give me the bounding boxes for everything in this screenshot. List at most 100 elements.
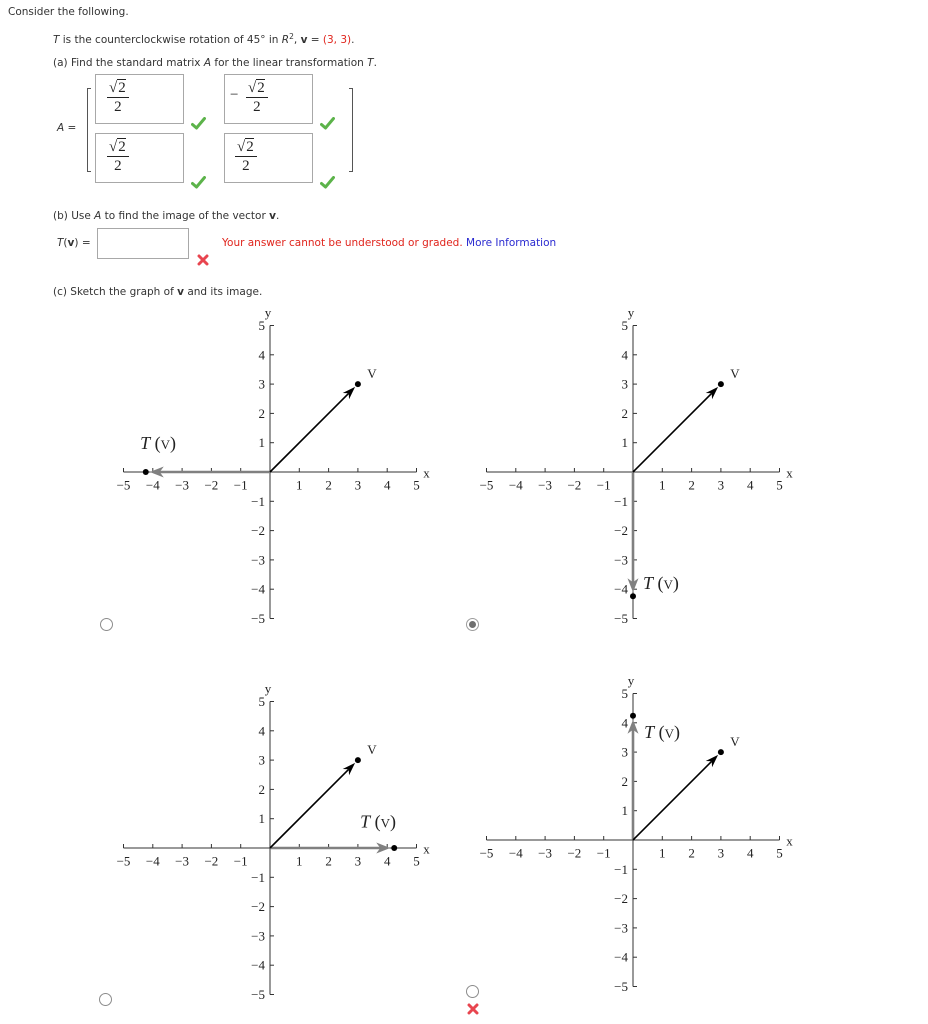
- y-tick-label: 1: [259, 435, 266, 450]
- x-tick-label: 2: [688, 846, 695, 861]
- numerator: √2: [246, 79, 268, 98]
- part-a-label-end: .: [373, 57, 377, 69]
- vector-t-v-endpoint: [142, 469, 149, 475]
- numerator: √2: [235, 138, 257, 157]
- check-icon: [320, 117, 335, 130]
- fraction: √2 2: [246, 79, 268, 115]
- vector-v-endpoint: [717, 749, 724, 756]
- x-tick-label: 2: [325, 854, 332, 869]
- y-axis-label: y: [265, 305, 272, 320]
- radio-option-4[interactable]: [466, 985, 479, 998]
- y-tick-label: −2: [614, 891, 628, 906]
- y-tick-label: 4: [622, 715, 629, 730]
- y-tick-label: 5: [622, 686, 629, 701]
- statement-text: is the counterclockwise rotation of 45° …: [59, 34, 282, 46]
- error-message-row: Your answer cannot be understood or grad…: [222, 236, 556, 250]
- more-information-link[interactable]: More Information: [466, 237, 556, 249]
- y-tick-label: −2: [251, 899, 265, 914]
- radio-option-1[interactable]: [100, 618, 113, 631]
- x-tick-label: −3: [175, 854, 189, 869]
- y-axis-label: y: [265, 681, 272, 696]
- x-tick-label: −3: [538, 846, 552, 861]
- vector-t-v-label: T (v): [360, 812, 396, 833]
- x-tick-label: 3: [355, 478, 362, 493]
- homework-page: Consider the following. T is the counter…: [0, 0, 928, 1024]
- vector-value: (3, 3): [322, 34, 352, 46]
- matrix-entry-2-2[interactable]: √2 2: [224, 133, 313, 183]
- y-tick-label: 3: [622, 745, 629, 760]
- y-tick-label: 2: [622, 406, 629, 421]
- y-tick-label: 5: [259, 318, 266, 333]
- x-tick-label: 1: [659, 846, 666, 861]
- y-tick-label: 2: [259, 782, 266, 797]
- vector-v-label: v: [367, 738, 377, 758]
- radio-option-3[interactable]: [99, 993, 112, 1006]
- radio-option-2[interactable]: [466, 618, 479, 631]
- check-icon: [191, 176, 206, 189]
- x-axis-label: x: [423, 842, 430, 857]
- x-tick-label: −5: [117, 854, 131, 869]
- error-message: Your answer cannot be understood or grad…: [222, 237, 467, 249]
- part-c-label-prefix: (c) Sketch the graph of: [53, 286, 178, 298]
- y-tick-label: −4: [614, 582, 628, 597]
- vector-t-v-endpoint: [630, 712, 636, 719]
- radical-sign: √: [109, 80, 118, 96]
- x-tick-label: −2: [567, 846, 581, 861]
- y-tick-label: 1: [259, 811, 266, 826]
- vector-t-v-endpoint: [391, 845, 398, 851]
- vector-t-v-label-arg: (v): [370, 812, 396, 833]
- x-tick-label: −5: [480, 846, 494, 861]
- vector-v-label: v: [730, 730, 740, 750]
- fraction: √2 2: [235, 138, 257, 174]
- y-tick-label: −1: [614, 862, 628, 877]
- x-tick-label: 5: [776, 846, 783, 861]
- radical-sign: √: [248, 80, 257, 96]
- y-tick-label: 3: [259, 753, 266, 768]
- part-c-label: (c) Sketch the graph of v and its image.: [53, 285, 262, 299]
- graph-option-1: −5 −4 −3 −2 −1 1 2 3 4 5−5−4−3−2−112345xyT (v)v: [117, 305, 431, 626]
- statement-end: .: [351, 34, 355, 46]
- intro-text: Consider the following.: [8, 6, 129, 18]
- denominator: 2: [114, 158, 122, 174]
- x-axis-label: x: [786, 466, 793, 481]
- graph-option-2: −5 −4 −3 −2 −1 1 2 3 4 5−5−4−3−2−112345xyT (v)v: [480, 305, 794, 626]
- vector-t-v-endpoint: [630, 593, 636, 600]
- part-b-label-mid: to find the image of the vector: [101, 210, 270, 222]
- y-tick-label: −4: [251, 582, 265, 597]
- y-tick-label: 3: [622, 377, 629, 392]
- statement-equals: =: [307, 34, 323, 46]
- part-b-label-prefix: (b) Use: [53, 210, 95, 222]
- y-tick-label: −1: [251, 870, 265, 885]
- y-tick-label: 2: [259, 406, 266, 421]
- y-tick-label: −3: [251, 552, 265, 567]
- x-tick-label: 3: [355, 854, 362, 869]
- x-tick-label: −1: [597, 846, 611, 861]
- x-tick-label: −2: [567, 478, 581, 493]
- graph-option-4: −5 −4 −3 −2 −1 1 2 3 4 5−5−4−3−2−112345xyT (v) v: [480, 673, 794, 994]
- y-tick-label: −4: [614, 950, 628, 965]
- matrix-entry-2-1[interactable]: √2 2: [95, 133, 184, 183]
- x-tick-label: −5: [480, 478, 494, 493]
- x-tick-label: 4: [384, 854, 391, 869]
- y-tick-label: 3: [259, 377, 266, 392]
- x-tick-label: −1: [234, 854, 248, 869]
- x-tick-label: 1: [296, 478, 303, 493]
- part-b-label-end: .: [275, 210, 280, 222]
- y-tick-label: −5: [614, 611, 628, 626]
- vector-v-endpoint: [354, 381, 361, 388]
- vector-t-v-label: T (v): [140, 433, 176, 454]
- x-tick-label: −4: [146, 854, 160, 869]
- vector-t-v-label-arg: (v): [654, 722, 680, 743]
- matrix-entry-1-2[interactable]: − √2 2: [224, 74, 313, 124]
- fraction: √2 2: [107, 79, 129, 115]
- radical-sign: √: [109, 139, 118, 155]
- matrix-entry-1-1[interactable]: √2 2: [95, 74, 184, 124]
- matrix-left-bracket: [87, 88, 91, 172]
- x-tick-label: 3: [718, 478, 725, 493]
- y-tick-label: −5: [251, 987, 265, 1002]
- y-tick-label: 1: [622, 803, 629, 818]
- denominator: 2: [253, 99, 261, 115]
- y-tick-label: 4: [259, 723, 266, 738]
- x-tick-label: 2: [688, 478, 695, 493]
- image-answer-input[interactable]: [97, 228, 189, 259]
